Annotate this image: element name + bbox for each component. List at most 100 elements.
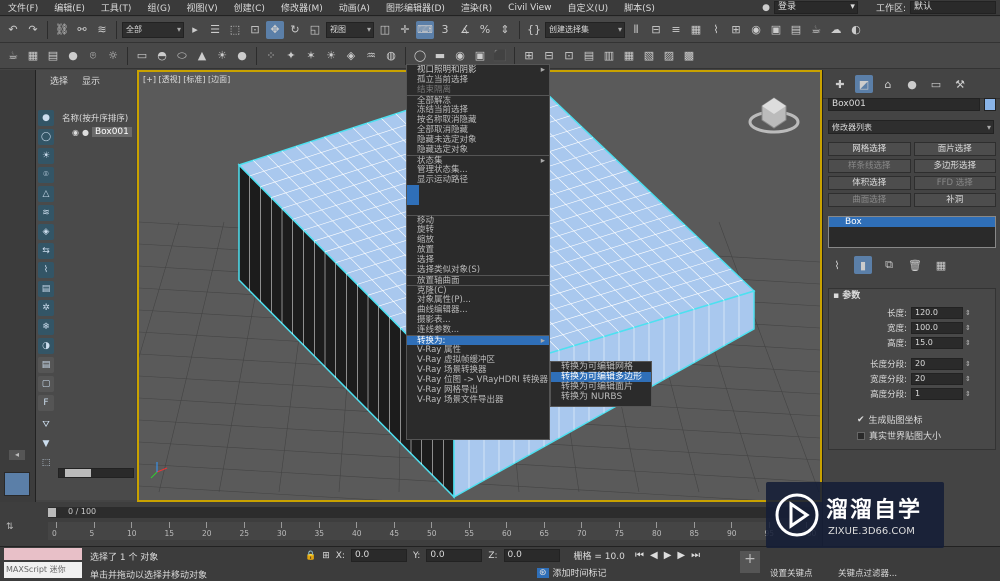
context-menu-item[interactable]: 隐藏未选定对象 bbox=[407, 135, 549, 145]
vray-plane-icon[interactable]: ▬ bbox=[431, 47, 449, 65]
vray-fur-icon[interactable]: ♒ bbox=[362, 47, 380, 65]
window-crossing-icon[interactable]: ⊡ bbox=[246, 21, 264, 39]
create-tab-icon[interactable]: ✚ bbox=[831, 75, 849, 93]
context-menu-item[interactable]: 曲线编辑器... bbox=[407, 305, 549, 315]
submenu-item[interactable]: 转换为 NURBS bbox=[551, 392, 651, 402]
menu-animation[interactable]: 动画(A) bbox=[331, 1, 378, 14]
select-scale-icon[interactable]: ◱ bbox=[306, 21, 324, 39]
sphere-tool-icon[interactable]: ● bbox=[64, 47, 82, 65]
select-by-name-icon[interactable]: ☰ bbox=[206, 21, 224, 39]
context-menu-item[interactable]: 克隆(C) bbox=[407, 285, 549, 296]
workspace-dropdown[interactable]: 默认 bbox=[910, 1, 996, 14]
light-icon[interactable]: ☼ bbox=[104, 47, 122, 65]
material-editor-icon[interactable]: ◉ bbox=[747, 21, 765, 39]
align-icon[interactable]: ⊟ bbox=[647, 21, 665, 39]
submenu-item[interactable]: 转换为可编辑网格 bbox=[551, 362, 651, 372]
snap-toggle-icon[interactable]: 3 bbox=[436, 21, 454, 39]
modifier-button[interactable]: 多边形选择 bbox=[913, 159, 996, 173]
filter-helpers-icon[interactable]: △ bbox=[38, 186, 54, 202]
login-dropdown[interactable]: 登录 ▾ bbox=[773, 1, 858, 14]
submenu-item[interactable]: 转换为可编辑面片 bbox=[551, 382, 651, 392]
layer-manager-icon[interactable]: ≡ bbox=[667, 21, 685, 39]
modify-tab-icon[interactable]: ◩ bbox=[855, 75, 873, 93]
param-value-field[interactable]: 1 bbox=[911, 387, 963, 400]
play-icon[interactable]: ▶ bbox=[664, 550, 672, 561]
remove-modifier-icon[interactable]: 🗑 bbox=[906, 256, 924, 274]
pivot-center-icon[interactable]: ◫ bbox=[376, 21, 394, 39]
layout-4-icon[interactable]: ▤ bbox=[580, 47, 598, 65]
column-header[interactable]: 名称(按升序排序) bbox=[62, 112, 128, 124]
schematic-view-icon[interactable]: ⊞ bbox=[727, 21, 745, 39]
context-menu-item[interactable]: 移动 bbox=[407, 215, 549, 226]
tab-select[interactable]: 选择 bbox=[50, 74, 68, 87]
render-frame-icon[interactable]: ▤ bbox=[787, 21, 805, 39]
context-menu-item[interactable]: 缩放 bbox=[407, 235, 549, 245]
filter-lights-icon[interactable]: ☀ bbox=[38, 148, 54, 164]
layout-2-icon[interactable]: ⊟ bbox=[540, 47, 558, 65]
mirror-icon[interactable]: ⫴ bbox=[627, 21, 645, 39]
modifier-button[interactable]: 网格选择 bbox=[828, 142, 911, 156]
context-menu-item[interactable]: 管理状态集... bbox=[407, 165, 549, 175]
undo-icon[interactable]: ↶ bbox=[4, 21, 22, 39]
pin-stack-icon[interactable]: ⌇ bbox=[828, 256, 846, 274]
utilities-tab-icon[interactable]: ⚒ bbox=[951, 75, 969, 93]
spinner-icon[interactable]: ⇕ bbox=[965, 360, 971, 368]
ribbon-icon[interactable]: ▦ bbox=[687, 21, 705, 39]
filter-toggle-icon[interactable]: ⛛ bbox=[38, 417, 54, 433]
configure-sets-icon[interactable]: ▦ bbox=[932, 256, 950, 274]
tab-display[interactable]: 显示 bbox=[82, 74, 100, 87]
motion-tab-icon[interactable]: ● bbox=[903, 75, 921, 93]
context-menu-item[interactable]: V-Ray 场景文件导出器 bbox=[407, 395, 549, 405]
menu-views[interactable]: 视图(V) bbox=[178, 1, 225, 14]
real-world-checkbox[interactable]: 真实世界贴图大小 bbox=[857, 429, 941, 442]
vray-proxy-export-icon[interactable]: ⬛ bbox=[491, 47, 509, 65]
modifier-list-dropdown[interactable]: 修改器列表 bbox=[828, 120, 994, 135]
context-menu-item[interactable]: V-Ray 虚拟帧缓冲区 bbox=[407, 355, 549, 365]
menu-tools[interactable]: 工具(T) bbox=[93, 1, 140, 14]
edit-named-sel-icon[interactable]: {} bbox=[525, 21, 543, 39]
object-color-swatch[interactable] bbox=[984, 98, 996, 111]
rect-selection-icon[interactable]: ⬚ bbox=[226, 21, 244, 39]
filter-geometry-icon[interactable]: ● bbox=[38, 110, 54, 126]
maxscript-listener[interactable] bbox=[4, 548, 82, 560]
context-menu-item[interactable]: V-Ray 场景转换器 bbox=[407, 365, 549, 375]
context-menu-item[interactable]: 视口照明和阴影 ▸ bbox=[407, 65, 549, 75]
spinner-snap-icon[interactable]: ⇕ bbox=[496, 21, 514, 39]
hemisphere-icon[interactable]: ◓ bbox=[153, 47, 171, 65]
vray-render-icon[interactable]: ◉ bbox=[451, 47, 469, 65]
filter-frozen-icon[interactable]: ❄ bbox=[38, 319, 54, 335]
z-field[interactable]: 0.0 bbox=[503, 549, 560, 562]
render-dot-icon[interactable]: ● bbox=[82, 128, 89, 137]
context-menu-item[interactable]: 显示运动路径 bbox=[407, 175, 549, 185]
menu-group[interactable]: 组(G) bbox=[139, 1, 178, 14]
scene-scrollbar[interactable] bbox=[58, 468, 134, 478]
track-bar-toggle-icon[interactable]: ⇅ bbox=[6, 522, 18, 534]
vray-hdri-icon[interactable]: ◈ bbox=[342, 47, 360, 65]
modifier-button[interactable]: 面片选择 bbox=[913, 142, 996, 156]
context-menu-item[interactable] bbox=[407, 185, 419, 195]
viewport-layout-icon[interactable]: ⊞ bbox=[520, 47, 538, 65]
display-dependents-icon[interactable]: F bbox=[38, 395, 54, 411]
layout-9-icon[interactable]: ▩ bbox=[680, 47, 698, 65]
display-children-icon[interactable]: ▤ bbox=[38, 357, 54, 373]
spinner-icon[interactable]: ⇕ bbox=[965, 339, 971, 347]
link-icon[interactable]: ⛓ bbox=[53, 21, 71, 39]
gen-mapping-checkbox[interactable]: ✔ 生成贴图坐标 bbox=[857, 413, 923, 427]
layout-7-icon[interactable]: ▧ bbox=[640, 47, 658, 65]
select-object-icon[interactable]: ▸ bbox=[186, 21, 204, 39]
menu-civil-view[interactable]: Civil View bbox=[500, 3, 559, 13]
bind-spacewarp-icon[interactable]: ≋ bbox=[93, 21, 111, 39]
modifier-button[interactable]: 体积选择 bbox=[828, 176, 911, 190]
keyboard-shortcut-icon[interactable]: ⌨ bbox=[416, 20, 434, 39]
ref-coord-dropdown[interactable]: 视图 bbox=[326, 21, 374, 38]
cone-icon[interactable]: ▲ bbox=[193, 47, 211, 65]
lock-icon[interactable]: 🔒 bbox=[305, 551, 316, 561]
filter-spacewarps-icon[interactable]: ≋ bbox=[38, 205, 54, 221]
context-menu-item[interactable]: V-Ray 位图 -> VRayHDRI 转换器 bbox=[407, 375, 549, 385]
camera-icon[interactable]: ⌾ bbox=[84, 47, 102, 65]
context-menu-item[interactable] bbox=[407, 195, 419, 205]
select-rotate-icon[interactable]: ↻ bbox=[286, 21, 304, 39]
go-end-icon[interactable]: ⏭ bbox=[691, 550, 700, 561]
teapot-icon[interactable]: ☕ bbox=[4, 47, 22, 65]
funnel-icon[interactable]: ▼ bbox=[38, 436, 54, 452]
